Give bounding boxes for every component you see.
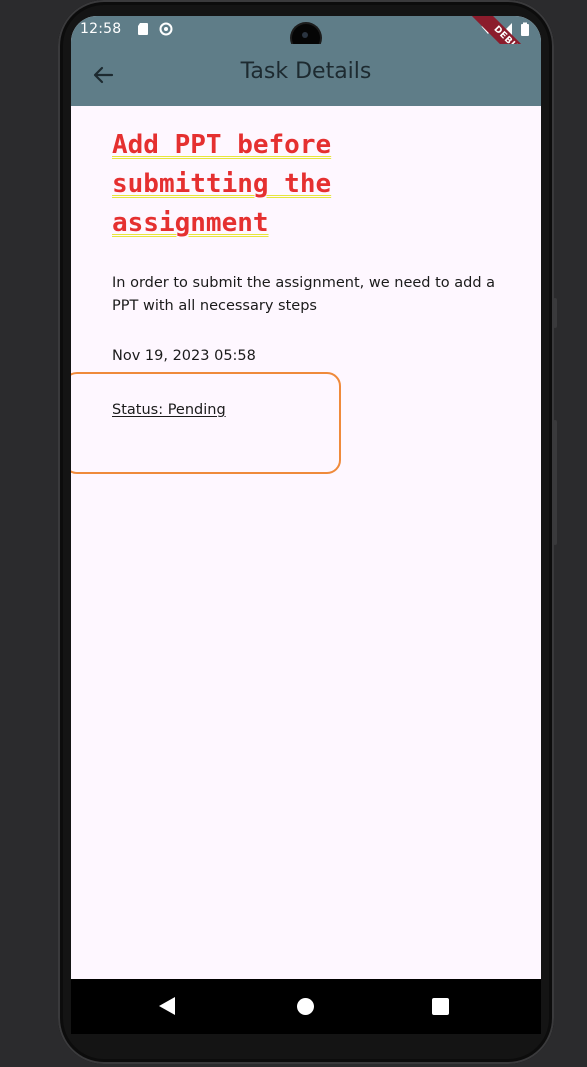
sync-icon (159, 22, 173, 36)
phone-side-button (553, 298, 557, 328)
task-details-content: Add PPT before submitting the assignment… (71, 126, 532, 474)
task-title: Add PPT before submitting the assignment (112, 130, 332, 238)
app-bar: Task Details (71, 44, 541, 106)
page-title: Task Details (240, 59, 372, 84)
task-description: In order to submit the assignment, we ne… (112, 275, 496, 314)
app-screen: 12:58 DEBUG Task Details Add PPT before … (71, 16, 541, 1034)
battery-icon (521, 22, 529, 36)
task-status[interactable]: Status: Pending (112, 402, 226, 418)
nav-back-icon[interactable] (159, 997, 175, 1015)
sd-card-icon (138, 23, 148, 35)
nav-recents-icon[interactable] (432, 998, 449, 1015)
status-time: 12:58 (80, 21, 122, 37)
phone-chin (71, 1034, 541, 1054)
phone-volume-button (553, 420, 557, 545)
status-highlight-box (71, 372, 341, 474)
system-nav-bar (71, 979, 541, 1034)
nav-home-icon[interactable] (297, 998, 314, 1015)
task-date: Nov 19, 2023 05:58 (112, 348, 256, 364)
